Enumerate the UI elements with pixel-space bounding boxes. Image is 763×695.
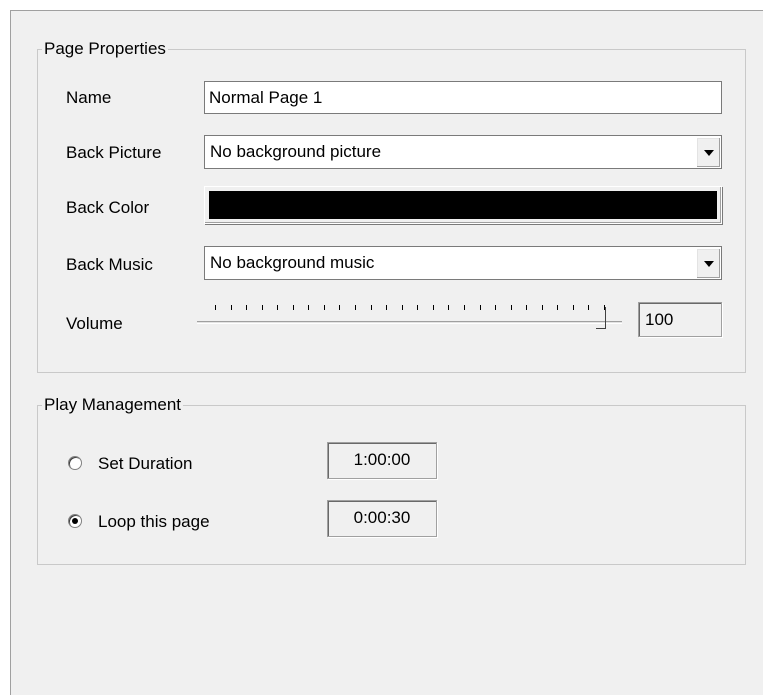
volume-slider-tick (604, 305, 605, 310)
volume-slider-tick (215, 305, 216, 310)
volume-slider-tick (479, 305, 481, 310)
volume-slider-tick (230, 305, 232, 310)
back-color-label: Back Color (66, 198, 150, 217)
back-color-button[interactable] (204, 186, 722, 224)
chevron-down-icon (704, 261, 714, 267)
volume-slider-track (197, 321, 622, 324)
page-properties-title: Page Properties (44, 39, 166, 58)
radio-dot (72, 518, 78, 524)
set-duration-label[interactable]: Set Duration (98, 454, 193, 474)
loop-page-radio[interactable] (68, 514, 82, 528)
back-picture-dropdown-button[interactable] (696, 137, 720, 167)
volume-slider-thumb[interactable] (596, 307, 606, 329)
volume-slider-tick (448, 305, 450, 310)
volume-label: Volume (66, 314, 123, 333)
play-management-title: Play Management (44, 395, 182, 414)
name-field[interactable] (204, 81, 722, 114)
volume-slider-tick (308, 305, 310, 310)
back-picture-value: No background picture (210, 142, 382, 161)
volume-slider-tick (541, 305, 543, 310)
volume-slider-tick (323, 305, 325, 310)
set-duration-radio[interactable] (68, 456, 82, 470)
back-picture-select[interactable]: No background picture (204, 135, 722, 169)
volume-slider[interactable] (197, 305, 622, 333)
volume-slider-tick (261, 305, 263, 310)
page-properties-panel: Page Properties Name Back Picture No bac… (10, 10, 763, 695)
play-management-group: Play Management (37, 396, 746, 565)
volume-slider-tick (339, 305, 341, 310)
volume-slider-tick (417, 305, 419, 310)
volume-slider-tick (495, 305, 497, 310)
back-color-swatch (209, 191, 717, 219)
volume-slider-tick (246, 305, 248, 310)
back-picture-label: Back Picture (66, 143, 162, 162)
volume-slider-tick (526, 305, 528, 310)
volume-slider-tick (510, 305, 512, 310)
volume-slider-tick (463, 305, 465, 310)
volume-value: 100 (638, 302, 722, 337)
back-music-select[interactable]: No background music (204, 246, 722, 280)
volume-slider-tick (557, 305, 559, 310)
name-label: Name (66, 88, 112, 107)
volume-slider-tick (370, 305, 372, 310)
volume-slider-tick (401, 305, 403, 310)
volume-slider-tick (355, 305, 357, 310)
volume-slider-tick (588, 305, 590, 310)
volume-slider-tick (386, 305, 388, 310)
loop-page-label[interactable]: Loop this page (98, 512, 210, 532)
volume-slider-tick (277, 305, 279, 310)
set-duration-value: 1:00:00 (327, 442, 437, 479)
back-music-label: Back Music (66, 255, 153, 274)
volume-slider-tick (572, 305, 574, 310)
chevron-down-icon (704, 150, 714, 156)
back-music-dropdown-button[interactable] (696, 248, 720, 278)
volume-slider-tick (432, 305, 434, 310)
loop-page-value: 0:00:30 (327, 500, 437, 537)
volume-slider-tick (292, 305, 294, 310)
back-music-value: No background music (210, 253, 375, 272)
